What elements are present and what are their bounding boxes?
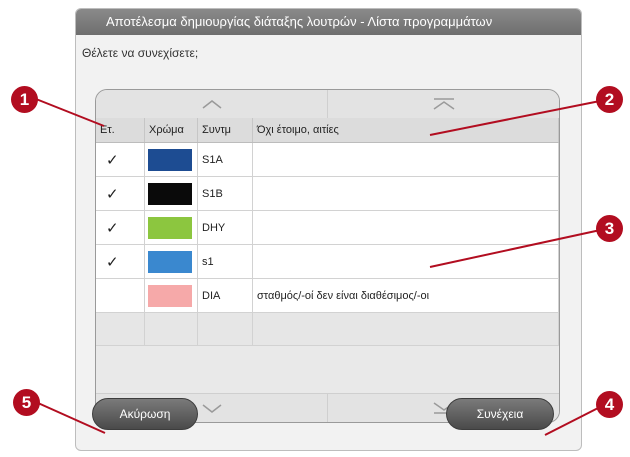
callout-lines: [35, 98, 606, 436]
callout-badge: 3: [596, 215, 623, 242]
callout-badge: 2: [596, 86, 623, 113]
callout-badge: 1: [11, 86, 38, 113]
callout-badge: 4: [596, 391, 623, 418]
callout-badge: 5: [13, 389, 40, 416]
